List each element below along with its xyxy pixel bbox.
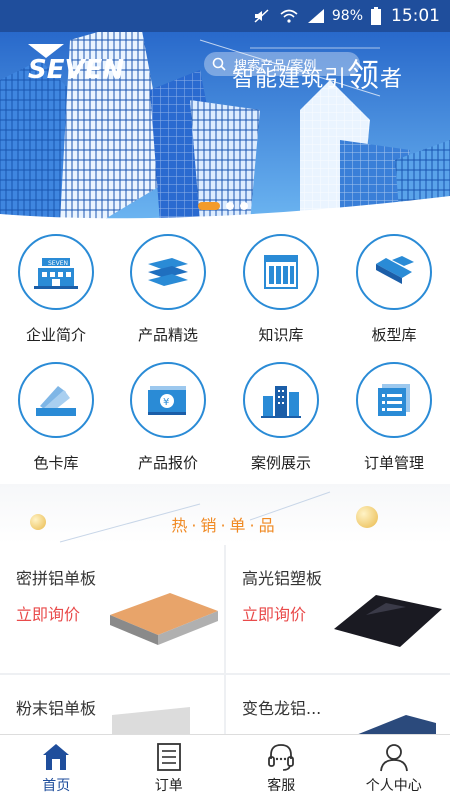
tab-profile[interactable]: 个人中心 — [338, 735, 450, 800]
user-icon — [379, 744, 408, 772]
grid-label: 板型库 — [371, 326, 417, 344]
grid-label: 产品精选 — [137, 326, 198, 344]
tab-service[interactable]: 客服 — [225, 735, 338, 800]
grid-item-colorcard[interactable]: 色卡库 — [0, 354, 112, 474]
slogan-big-char: 领 — [347, 56, 381, 94]
search-icon — [212, 57, 226, 71]
bookshelf-icon — [243, 234, 319, 310]
copper-panel-image — [110, 593, 218, 645]
status-bar: 98% 15:01 — [0, 0, 450, 32]
product-card[interactable]: 变色龙铝... — [226, 675, 450, 735]
buildings-icon — [243, 362, 319, 438]
banner-slogan: 智能建筑引领者 — [232, 50, 403, 96]
clock: 15:01 — [391, 6, 440, 26]
company-building-icon: SEVEN — [18, 234, 94, 310]
product-card[interactable]: 高光铝塑板 立即询价 — [226, 545, 450, 673]
inquire-link[interactable]: 立即询价 — [16, 601, 80, 625]
mute-icon — [254, 9, 272, 23]
product-name: 变色龙铝... — [242, 699, 322, 718]
headset-icon — [268, 744, 295, 771]
carousel-dot[interactable] — [240, 202, 248, 210]
tab-label: 个人中心 — [365, 778, 422, 794]
tab-label: 首页 — [42, 778, 71, 794]
slogan-prefix: 智能建筑引 — [232, 67, 348, 92]
product-card[interactable]: 粉末铝单板 — [0, 675, 224, 735]
order-list-icon — [356, 362, 432, 438]
product-name: 高光铝塑板 — [242, 569, 323, 588]
hot-products-header: 热·销·单·品 — [0, 484, 450, 544]
product-list: 密拼铝单板 立即询价 高光铝塑板 立即询价 粉末铝单板 变色龙铝... — [0, 545, 450, 735]
money-icon: ¥ — [130, 362, 206, 438]
hot-title: 热·销·单·品 — [171, 516, 279, 535]
bottom-tab-bar: 首页 订单 客服 个人中心 — [0, 734, 450, 800]
signal-icon — [306, 9, 326, 23]
boards-icon — [356, 234, 432, 310]
grid-item-company[interactable]: SEVEN 企业简介 — [0, 226, 112, 346]
seven-logo: SEVEN — [24, 40, 144, 88]
banner-skyline-image — [0, 0, 450, 222]
order-icon — [156, 743, 181, 771]
product-name: 密拼铝单板 — [16, 569, 97, 588]
home-icon — [43, 744, 70, 770]
slogan-suffix: 者 — [380, 67, 404, 92]
panels-stack-icon — [130, 234, 206, 310]
product-card[interactable]: 密拼铝单板 立即询价 — [0, 545, 224, 673]
banner-carousel[interactable]: SEVEN 搜索产品/案例 智能建筑引领者 — [0, 0, 450, 222]
feature-grid: SEVEN 企业简介 产品精选 知识库 板型库 色卡库 ¥ 产品报价 案例展示 … — [0, 226, 450, 482]
battery-percent: 98% — [331, 8, 363, 24]
grid-label: 案例展示 — [250, 454, 311, 472]
tab-orders[interactable]: 订单 — [113, 735, 226, 800]
grid-item-quote[interactable]: ¥ 产品报价 — [112, 354, 224, 474]
carousel-dot-active[interactable] — [198, 202, 220, 210]
grid-label: 企业简介 — [25, 326, 86, 344]
chameleon-panel-image — [356, 715, 436, 735]
grid-label: 订单管理 — [363, 454, 424, 472]
grid-label: 产品报价 — [137, 454, 198, 472]
grid-item-boards[interactable]: 板型库 — [338, 226, 450, 346]
grid-label: 色卡库 — [33, 454, 79, 472]
svg-text:SEVEN: SEVEN — [28, 55, 124, 85]
grid-item-knowledge[interactable]: 知识库 — [225, 226, 337, 346]
inquire-link[interactable]: 立即询价 — [242, 601, 306, 625]
grid-item-cases[interactable]: 案例展示 — [225, 354, 337, 474]
grid-item-products[interactable]: 产品精选 — [112, 226, 224, 346]
carousel-dot[interactable] — [226, 202, 234, 210]
app-page: SEVEN 搜索产品/案例 智能建筑引领者 98% 15:01 SEVEN 企业… — [0, 0, 450, 800]
wifi-icon — [280, 9, 298, 23]
grid-item-orders[interactable]: 订单管理 — [338, 354, 450, 474]
tab-label: 客服 — [267, 778, 296, 794]
color-card-icon — [18, 362, 94, 438]
carousel-indicator — [198, 202, 254, 210]
tab-home[interactable]: 首页 — [0, 735, 113, 800]
grid-label: 知识库 — [258, 326, 304, 344]
black-glossy-panel-image — [334, 595, 442, 647]
tab-label: 订单 — [154, 778, 183, 794]
battery-icon — [371, 7, 381, 25]
svg-text:¥: ¥ — [163, 397, 169, 408]
powder-panel-image — [112, 707, 190, 735]
svg-text:SEVEN: SEVEN — [48, 260, 68, 267]
product-name: 粉末铝单板 — [16, 699, 97, 718]
